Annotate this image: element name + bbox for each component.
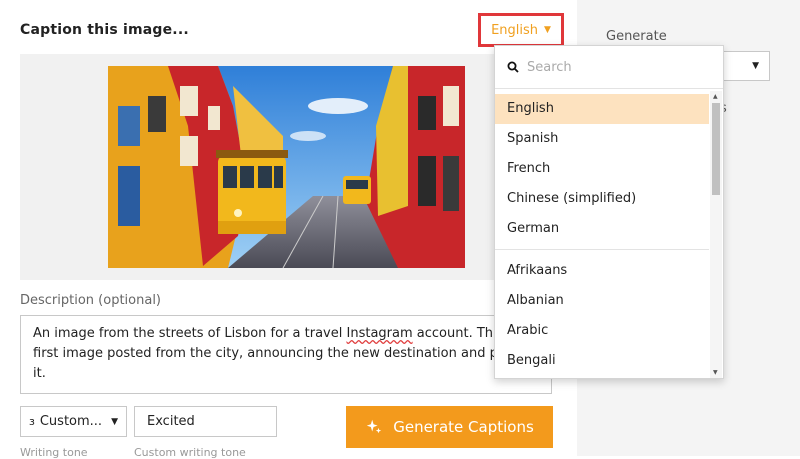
custom-writing-tone-label: Custom writing tone bbox=[134, 446, 246, 459]
scroll-down-icon[interactable]: ▼ bbox=[713, 369, 718, 376]
search-icon bbox=[507, 61, 519, 73]
language-option-chinese-simplified[interactable]: Chinese (simplified) bbox=[495, 184, 709, 214]
page-title: Caption this image... bbox=[20, 22, 189, 38]
generate-label: Generate bbox=[606, 29, 667, 44]
caption-panel: Caption this image... English ▼ Descript… bbox=[0, 0, 577, 459]
generate-captions-button[interactable]: Generate Captions bbox=[346, 406, 553, 448]
language-list-scrollbar[interactable]: ▲ ▼ bbox=[710, 91, 722, 378]
language-option-french[interactable]: French bbox=[495, 154, 709, 184]
language-dropdown: English Spanish French Chinese (simplifi… bbox=[494, 45, 724, 379]
language-option-albanian[interactable]: Albanian bbox=[495, 286, 709, 316]
language-option-afrikaans[interactable]: Afrikaans bbox=[495, 256, 709, 286]
language-search bbox=[495, 46, 723, 89]
language-list: English Spanish French Chinese (simplifi… bbox=[495, 94, 709, 376]
language-option-english[interactable]: English bbox=[495, 94, 709, 124]
language-label: English bbox=[491, 22, 539, 38]
writing-tone-value: Custom... bbox=[39, 414, 103, 429]
scroll-up-icon[interactable]: ▲ bbox=[713, 93, 718, 100]
language-select-button[interactable]: English ▼ bbox=[478, 13, 564, 47]
language-option-bengali[interactable]: Bengali bbox=[495, 346, 709, 376]
language-list-divider bbox=[495, 249, 709, 250]
custom-writing-tone-input[interactable]: Excited bbox=[134, 406, 277, 437]
description-line-2: first image posted from the city, announ… bbox=[33, 346, 512, 361]
chevron-down-icon: ▼ bbox=[752, 61, 759, 71]
language-search-input[interactable] bbox=[525, 58, 709, 76]
language-option-german[interactable]: German bbox=[495, 214, 709, 244]
sparkle-icon bbox=[367, 419, 382, 434]
custom-tone-value: Excited bbox=[147, 414, 195, 429]
description-line-3: it. bbox=[33, 366, 46, 381]
writing-tone-select[interactable]: з Custom... ▼ bbox=[20, 406, 127, 437]
description-line-1: An image from the streets of Lisbon for … bbox=[33, 326, 504, 341]
tone-icon: з bbox=[29, 415, 35, 428]
description-label: Description (optional) bbox=[20, 293, 162, 308]
uploaded-image[interactable] bbox=[108, 66, 465, 268]
scrollbar-thumb[interactable] bbox=[712, 103, 720, 195]
misspelled-word: Instagram bbox=[346, 326, 413, 341]
language-option-arabic[interactable]: Arabic bbox=[495, 316, 709, 346]
description-textarea[interactable]: An image from the streets of Lisbon for … bbox=[20, 315, 552, 394]
generate-captions-label: Generate Captions bbox=[393, 418, 534, 436]
chevron-down-icon: ▼ bbox=[111, 416, 118, 427]
writing-tone-label: Writing tone bbox=[20, 446, 88, 459]
language-option-spanish[interactable]: Spanish bbox=[495, 124, 709, 154]
chevron-down-icon: ▼ bbox=[544, 25, 551, 35]
